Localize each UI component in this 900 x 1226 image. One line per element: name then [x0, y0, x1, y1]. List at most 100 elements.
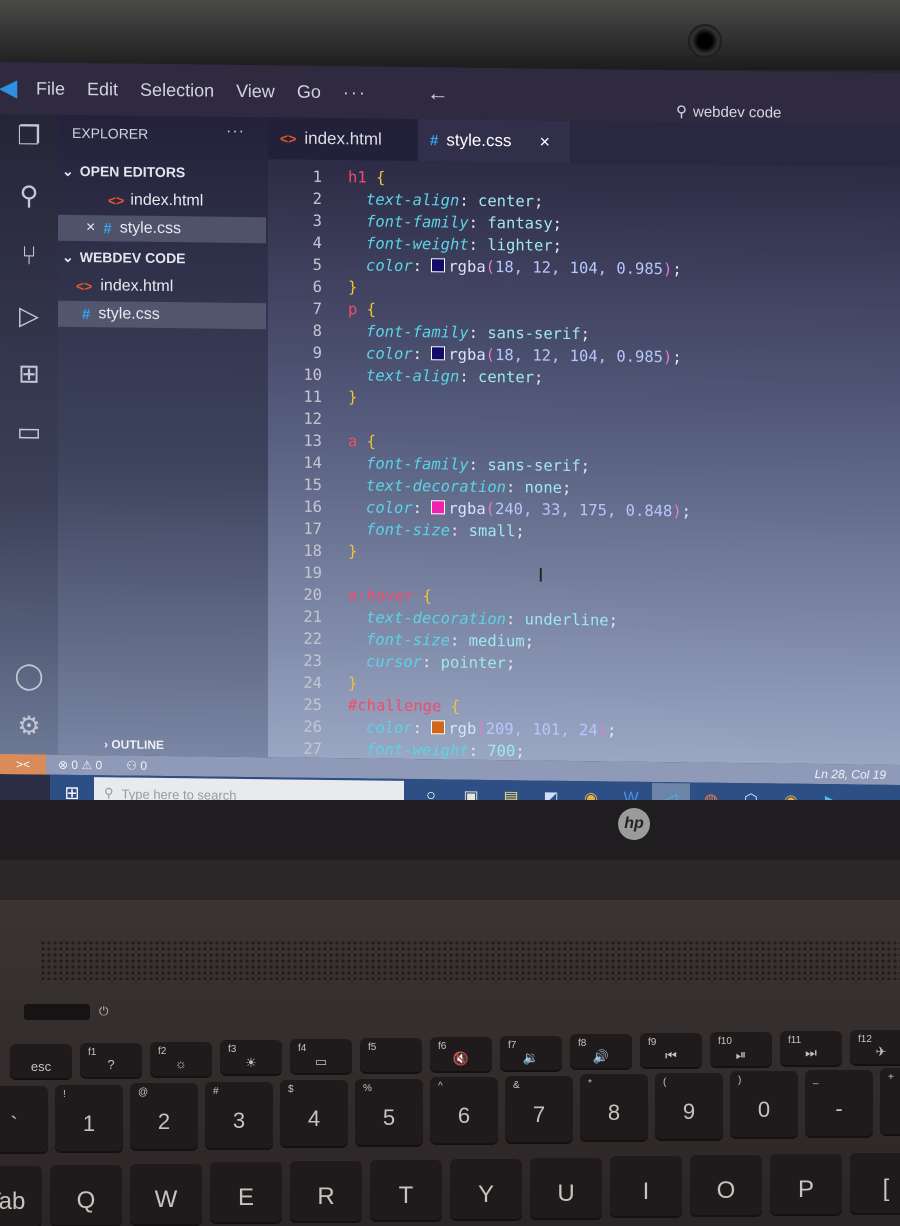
number-key[interactable]: 9(	[655, 1072, 723, 1139]
extensions-icon[interactable]: ⊞	[14, 358, 44, 388]
key-sublabel: f5	[368, 1042, 377, 1053]
close-icon[interactable]: ×	[86, 219, 95, 237]
code-editor[interactable]: 1 h1 {2 text-align: center; 3 font-family: f…	[268, 159, 900, 765]
function-key[interactable]: ⏮ f9	[640, 1033, 702, 1068]
problems-indicator[interactable]: ⊗ 0 ⚠ 0	[58, 758, 102, 773]
key-label: 7	[532, 1101, 546, 1127]
run-debug-icon[interactable]: ▷	[14, 300, 44, 330]
function-key[interactable]: ☼ f2	[150, 1041, 212, 1076]
source-control-icon[interactable]: ⑂	[14, 240, 44, 270]
command-center-search[interactable]: ⚲ webdev code	[676, 102, 781, 121]
function-key[interactable]: ⏯ f10	[710, 1032, 772, 1066]
arrow-left-icon[interactable]: ←	[427, 80, 449, 106]
number-key[interactable]: 0)	[730, 1071, 798, 1137]
letter-key[interactable]: [	[850, 1152, 900, 1213]
key-sublabel: f10	[718, 1036, 732, 1047]
function-key[interactable]: 🔉 f7	[500, 1035, 562, 1070]
function-key[interactable]: ▭ f4	[290, 1039, 352, 1074]
broadcast-icon: ⚇	[126, 758, 137, 773]
menu-selection[interactable]: Selection	[140, 79, 214, 101]
explorer-more-button[interactable]: ···	[226, 123, 245, 141]
number-key[interactable]: 4 $	[280, 1080, 348, 1146]
search-icon[interactable]: ⚲	[14, 180, 44, 210]
number-key[interactable]: 6 ^	[430, 1077, 498, 1143]
menu-edit[interactable]: Edit	[87, 79, 118, 100]
folder-section[interactable]: ⌄ WEBDEV CODE	[62, 249, 186, 268]
close-brace: }	[348, 674, 358, 693]
folder-file-index-html[interactable]: <> index.html	[58, 273, 266, 302]
account-icon[interactable]: ◯	[14, 660, 44, 690]
letter-key[interactable]: Tab	[0, 1166, 42, 1226]
key-label: 6	[457, 1103, 471, 1128]
letter-key[interactable]: I	[610, 1156, 682, 1217]
settings-gear-icon[interactable]: ⚙	[14, 710, 44, 740]
letter-key[interactable]: T	[370, 1160, 442, 1220]
semicolon: ;	[534, 192, 544, 211]
number-key[interactable]: `~	[0, 1086, 48, 1152]
number-key[interactable]: =+	[880, 1068, 900, 1134]
function-key[interactable]: 🔇 f6	[430, 1036, 492, 1071]
number-key[interactable]: 3 #	[205, 1081, 273, 1148]
speaker-grille	[40, 940, 900, 980]
number-key[interactable]: 1!	[55, 1084, 123, 1151]
key-sublabel: !	[63, 1088, 66, 1100]
menu-view[interactable]: View	[236, 80, 275, 101]
folder-file-style-css[interactable]: # style.css	[58, 300, 266, 330]
power-button[interactable]	[24, 1004, 90, 1020]
letter-key[interactable]: O	[690, 1155, 762, 1216]
letter-key[interactable]: Y	[450, 1158, 522, 1219]
line-number: 3	[312, 211, 322, 230]
line-number: 20	[303, 585, 322, 604]
key-sublabel: #	[213, 1085, 219, 1097]
function-key[interactable]: 🔊 f8	[570, 1034, 632, 1069]
letter-key[interactable]: W	[130, 1163, 202, 1224]
menu-file[interactable]: File	[36, 78, 65, 99]
error-icon: ⊗	[58, 757, 69, 772]
menu-more[interactable]: ···	[343, 82, 367, 103]
letter-key[interactable]: R	[290, 1161, 362, 1222]
close-icon[interactable]: ×	[540, 131, 551, 152]
function-key[interactable]: ⏭ f11	[780, 1030, 842, 1065]
ports-indicator[interactable]: ⚇ 0	[126, 759, 147, 773]
line-number: 6	[312, 277, 322, 296]
tab-style-css[interactable]: # style.css ×	[418, 119, 570, 163]
outline-section[interactable]: › OUTLINE	[104, 737, 164, 752]
explorer-icon[interactable]: ❐	[14, 120, 44, 150]
laptop-top-bezel	[0, 0, 900, 70]
code-text: text-align: center;	[366, 190, 543, 210]
tab-label: index.html	[304, 128, 382, 149]
letter-key[interactable]: U	[530, 1157, 602, 1218]
screen: ◀ File Edit Selection View Go ··· ← ⚲ we…	[0, 62, 900, 813]
cursor-position[interactable]: Ln 28, Col 19	[815, 767, 886, 782]
folder-label: WEBDEV CODE	[79, 248, 186, 267]
paren: (	[476, 719, 486, 738]
function-key[interactable]: f5	[360, 1038, 422, 1072]
function-key[interactable]: ✈ f12	[850, 1029, 900, 1064]
line-number: 11	[303, 387, 322, 406]
semicolon: ;	[515, 742, 525, 761]
key-sublabel: f1	[88, 1046, 97, 1058]
remote-explorer-icon[interactable]: ▭	[14, 416, 44, 446]
number-key[interactable]: 8 *	[580, 1074, 648, 1140]
open-editor-style-css[interactable]: × # style.css	[58, 214, 266, 244]
remote-indicator[interactable]: ><	[0, 754, 46, 775]
function-key[interactable]: ☀ f3	[220, 1040, 282, 1075]
letter-key[interactable]: E	[210, 1162, 282, 1223]
function-key[interactable]: ? f1	[80, 1042, 142, 1077]
menu-go[interactable]: Go	[297, 81, 321, 102]
color-arguments: 18, 12, 104, 0.985	[495, 346, 663, 367]
semicolon: ;	[552, 214, 562, 233]
letter-key[interactable]: Q	[50, 1164, 122, 1225]
tab-index-html[interactable]: <> index.html	[268, 117, 420, 162]
colon: :	[450, 521, 469, 540]
number-key[interactable]: 5%	[355, 1078, 423, 1145]
letter-key[interactable]: P	[770, 1154, 842, 1214]
colon: :	[505, 610, 525, 629]
paren: (	[485, 345, 496, 365]
number-key[interactable]: 2 @	[130, 1083, 198, 1149]
function-key[interactable]: esc	[10, 1044, 72, 1078]
number-key[interactable]: 7 &	[505, 1075, 573, 1142]
open-editor-index-html[interactable]: <> index.html	[58, 187, 266, 216]
open-editors-section[interactable]: ⌄ OPEN EDITORS	[62, 163, 185, 182]
number-key[interactable]: - _	[805, 1069, 873, 1136]
